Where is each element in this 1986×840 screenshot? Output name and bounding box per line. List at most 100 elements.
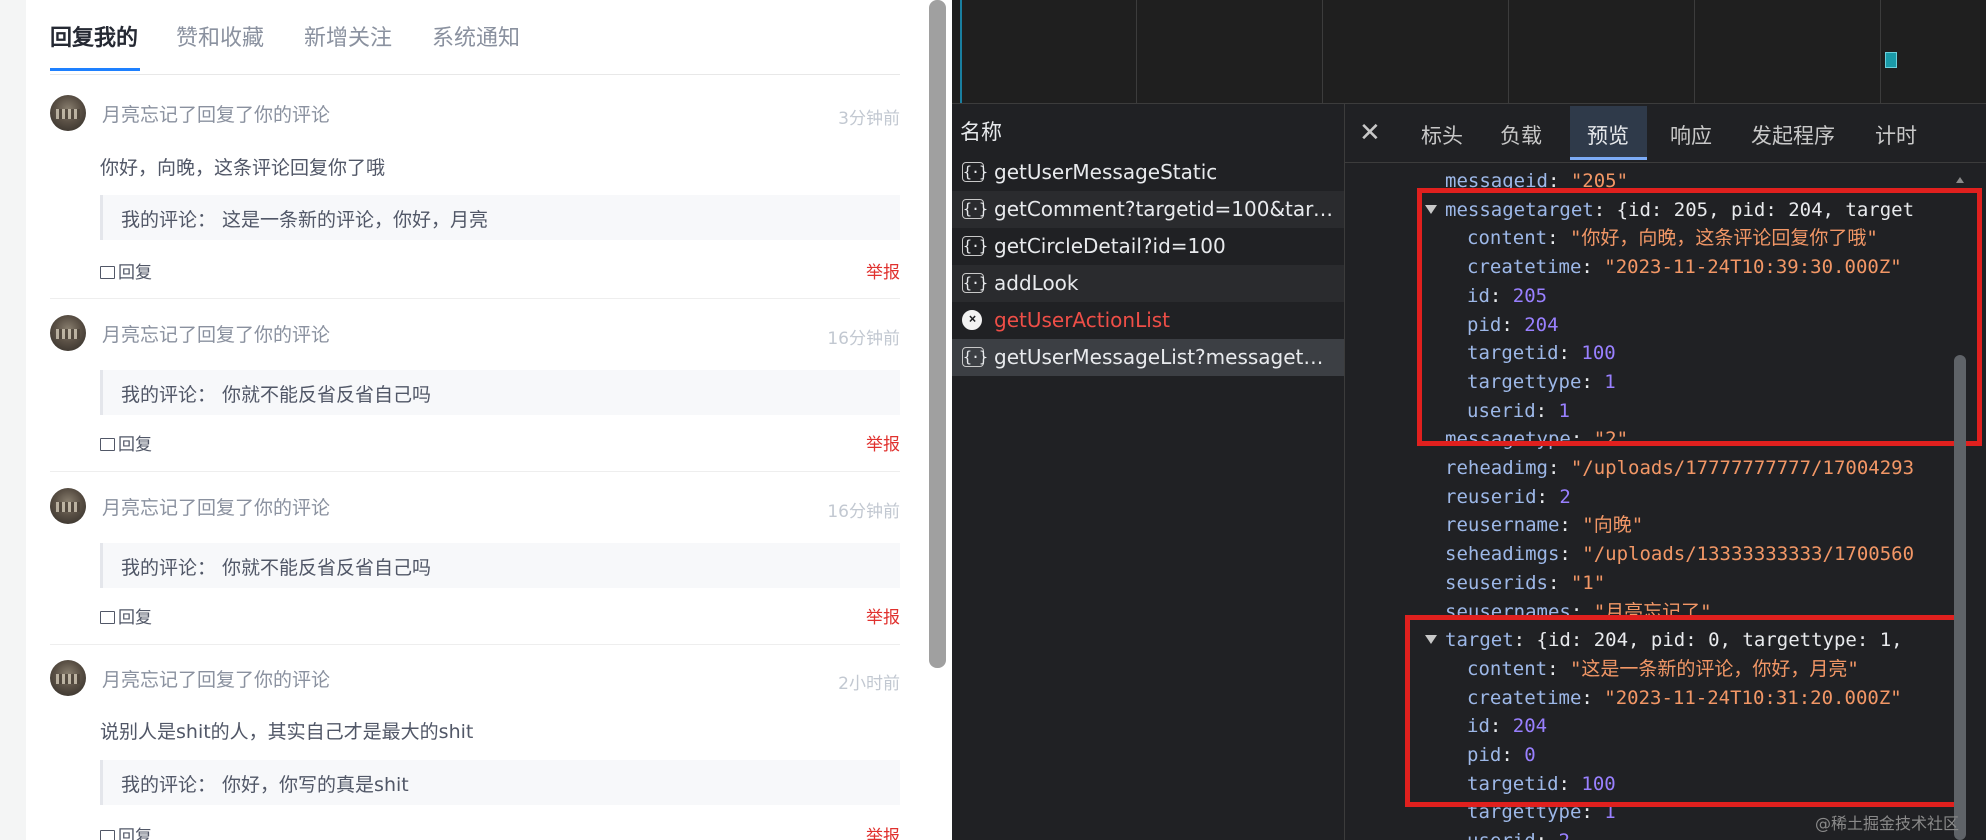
name-column-label: 名称 <box>960 120 1002 144</box>
page-gutter <box>0 0 26 840</box>
json-value: 100 <box>1581 772 1616 795</box>
report-button[interactable]: 举报 <box>866 603 900 628</box>
json-property: content: "你好，向晚，这条评论回复你了哦" <box>1467 227 1878 249</box>
message-center-panel: 回复我的 赞和收藏 新增关注 系统通知 月亮忘记了回复了你的评论 3分钟前 你好… <box>0 0 930 840</box>
request-row[interactable]: {·} getCircleDetail?id=100 <box>952 228 1344 265</box>
json-property: messageid: "205" <box>1445 170 1628 192</box>
fetch-xhr-icon: {·} <box>962 273 988 293</box>
json-key: pid <box>1467 744 1502 766</box>
avatar[interactable] <box>50 660 86 696</box>
tab-payload[interactable]: 负载 <box>1500 120 1542 150</box>
request-row[interactable]: {·} getComment?targetid=100&targ... <box>952 191 1344 228</box>
fetch-xhr-icon: {·} <box>962 199 988 219</box>
json-value: "向晚" <box>1582 514 1644 537</box>
request-name: getUserMessageStatic <box>994 160 1218 184</box>
json-object-node[interactable]: target: {id: 204, pid: 0, targettype: 1, <box>1425 629 1903 651</box>
json-colon: : <box>1547 457 1571 479</box>
watermark: @稀土掘金技术社区 <box>1815 814 1960 833</box>
json-colon: : <box>1558 342 1582 365</box>
json-value: 204 <box>1524 313 1559 336</box>
report-button[interactable]: 举报 <box>866 430 900 455</box>
waterfall-timeline-bar <box>960 0 962 103</box>
reply-button[interactable]: 回复 <box>100 258 152 283</box>
request-row[interactable]: {·} getUserMessageStatic <box>952 154 1344 191</box>
json-property: createtime: "2023-11-24T10:39:30.000Z" <box>1467 256 1902 278</box>
request-name: addLook <box>994 271 1079 295</box>
reply-button[interactable]: 回复 <box>100 430 152 455</box>
avatar[interactable] <box>50 315 86 351</box>
message-tabs: 回复我的 赞和收藏 新增关注 系统通知 <box>50 0 900 75</box>
tab-headers[interactable]: 标头 <box>1421 120 1463 150</box>
json-object-node[interactable]: messagetarget: {id: 205, pid: 204, targe… <box>1425 199 1914 221</box>
close-icon[interactable]: ✕ <box>1359 118 1381 148</box>
report-button[interactable]: 举报 <box>866 822 900 840</box>
comment-icon <box>100 438 115 451</box>
json-property: content: "这是一条新的评论，你好，月亮" <box>1467 658 1859 680</box>
reply-label: 回复 <box>118 263 152 283</box>
waterfall-request-marker[interactable] <box>1885 52 1897 68</box>
reply-button[interactable]: 回复 <box>100 603 152 628</box>
json-colon: : <box>1547 657 1570 680</box>
tab-preview[interactable]: 预览 <box>1587 120 1629 150</box>
json-colon: : <box>1535 399 1559 422</box>
json-preview-tree: messageid: "205" messagetarget: {id: 205,… <box>1345 162 1965 840</box>
json-colon: : <box>1559 543 1583 566</box>
json-property: userid: 2 <box>1467 830 1570 840</box>
quoted-comment-text: 我的评论： 你就不能反省反省自己吗 <box>121 557 432 579</box>
json-colon: : <box>1501 744 1525 766</box>
quoted-comment-text: 我的评论： 你就不能反省反省自己吗 <box>121 384 432 406</box>
request-row-error[interactable]: × getUserActionList <box>952 302 1344 339</box>
json-value: 2 <box>1559 830 1570 840</box>
avatar[interactable] <box>50 95 86 131</box>
network-waterfall <box>952 0 1986 104</box>
json-key: reusername <box>1445 514 1560 537</box>
json-value: {id: 204, pid: 0, targettype: 1, <box>1536 629 1903 652</box>
json-property: messagetype: "2" <box>1445 428 1628 450</box>
json-key: id <box>1467 284 1490 307</box>
json-property: reuserid: 2 <box>1445 486 1571 508</box>
json-colon: : <box>1570 600 1594 623</box>
json-colon: : <box>1547 571 1571 594</box>
comment-icon <box>100 830 115 840</box>
tab-reply-me[interactable]: 回复我的 <box>50 20 138 52</box>
tab-timing[interactable]: 计时 <box>1875 120 1917 150</box>
json-property: targettype: 1 <box>1467 801 1616 823</box>
expand-triangle-icon[interactable] <box>1425 204 1437 214</box>
reply-button[interactable]: 回复 <box>100 822 152 840</box>
page-scrollbar-thumb[interactable] <box>929 0 946 668</box>
json-value: "205" <box>1570 170 1629 192</box>
request-row[interactable]: {·} addLook <box>952 265 1344 302</box>
tab-system-notice[interactable]: 系统通知 <box>432 20 520 52</box>
preview-scrollbar[interactable] <box>1954 165 1966 840</box>
json-key: messageid <box>1445 170 1548 192</box>
tab-new-followers[interactable]: 新增关注 <box>304 20 392 52</box>
json-value: 205 <box>1512 284 1548 307</box>
request-row-selected[interactable]: {·} getUserMessageList?messagetype... <box>952 339 1344 376</box>
json-key: pid <box>1467 313 1502 336</box>
tab-response[interactable]: 响应 <box>1670 120 1712 150</box>
json-property: pid: 204 <box>1467 314 1559 336</box>
json-value: 1 <box>1604 370 1616 393</box>
timestamp: 2小时前 <box>838 674 900 694</box>
json-key: userid <box>1467 399 1536 422</box>
preview-scrollbar-thumb[interactable] <box>1954 355 1966 840</box>
reply-label: 回复 <box>118 827 152 840</box>
timestamp: 16分钟前 <box>827 329 900 349</box>
divider <box>50 644 900 645</box>
comment-icon <box>100 611 115 624</box>
avatar[interactable] <box>50 488 86 524</box>
report-button[interactable]: 举报 <box>866 258 900 283</box>
json-colon: : <box>1547 170 1571 192</box>
tab-initiator[interactable]: 发起程序 <box>1751 120 1835 150</box>
json-colon: : <box>1501 313 1525 336</box>
expand-triangle-icon[interactable] <box>1425 635 1437 645</box>
json-key: id <box>1467 715 1490 738</box>
error-icon: × <box>962 310 982 330</box>
name-column-header[interactable]: 名称 <box>952 104 1344 155</box>
json-colon: : <box>1559 514 1583 537</box>
json-key: reheadimg <box>1445 457 1548 479</box>
json-key: messagetype <box>1445 428 1571 451</box>
tab-likes-favorites[interactable]: 赞和收藏 <box>176 20 264 52</box>
scroll-up-arrow-icon[interactable] <box>1956 177 1964 183</box>
waterfall-gridline <box>1694 0 1695 103</box>
